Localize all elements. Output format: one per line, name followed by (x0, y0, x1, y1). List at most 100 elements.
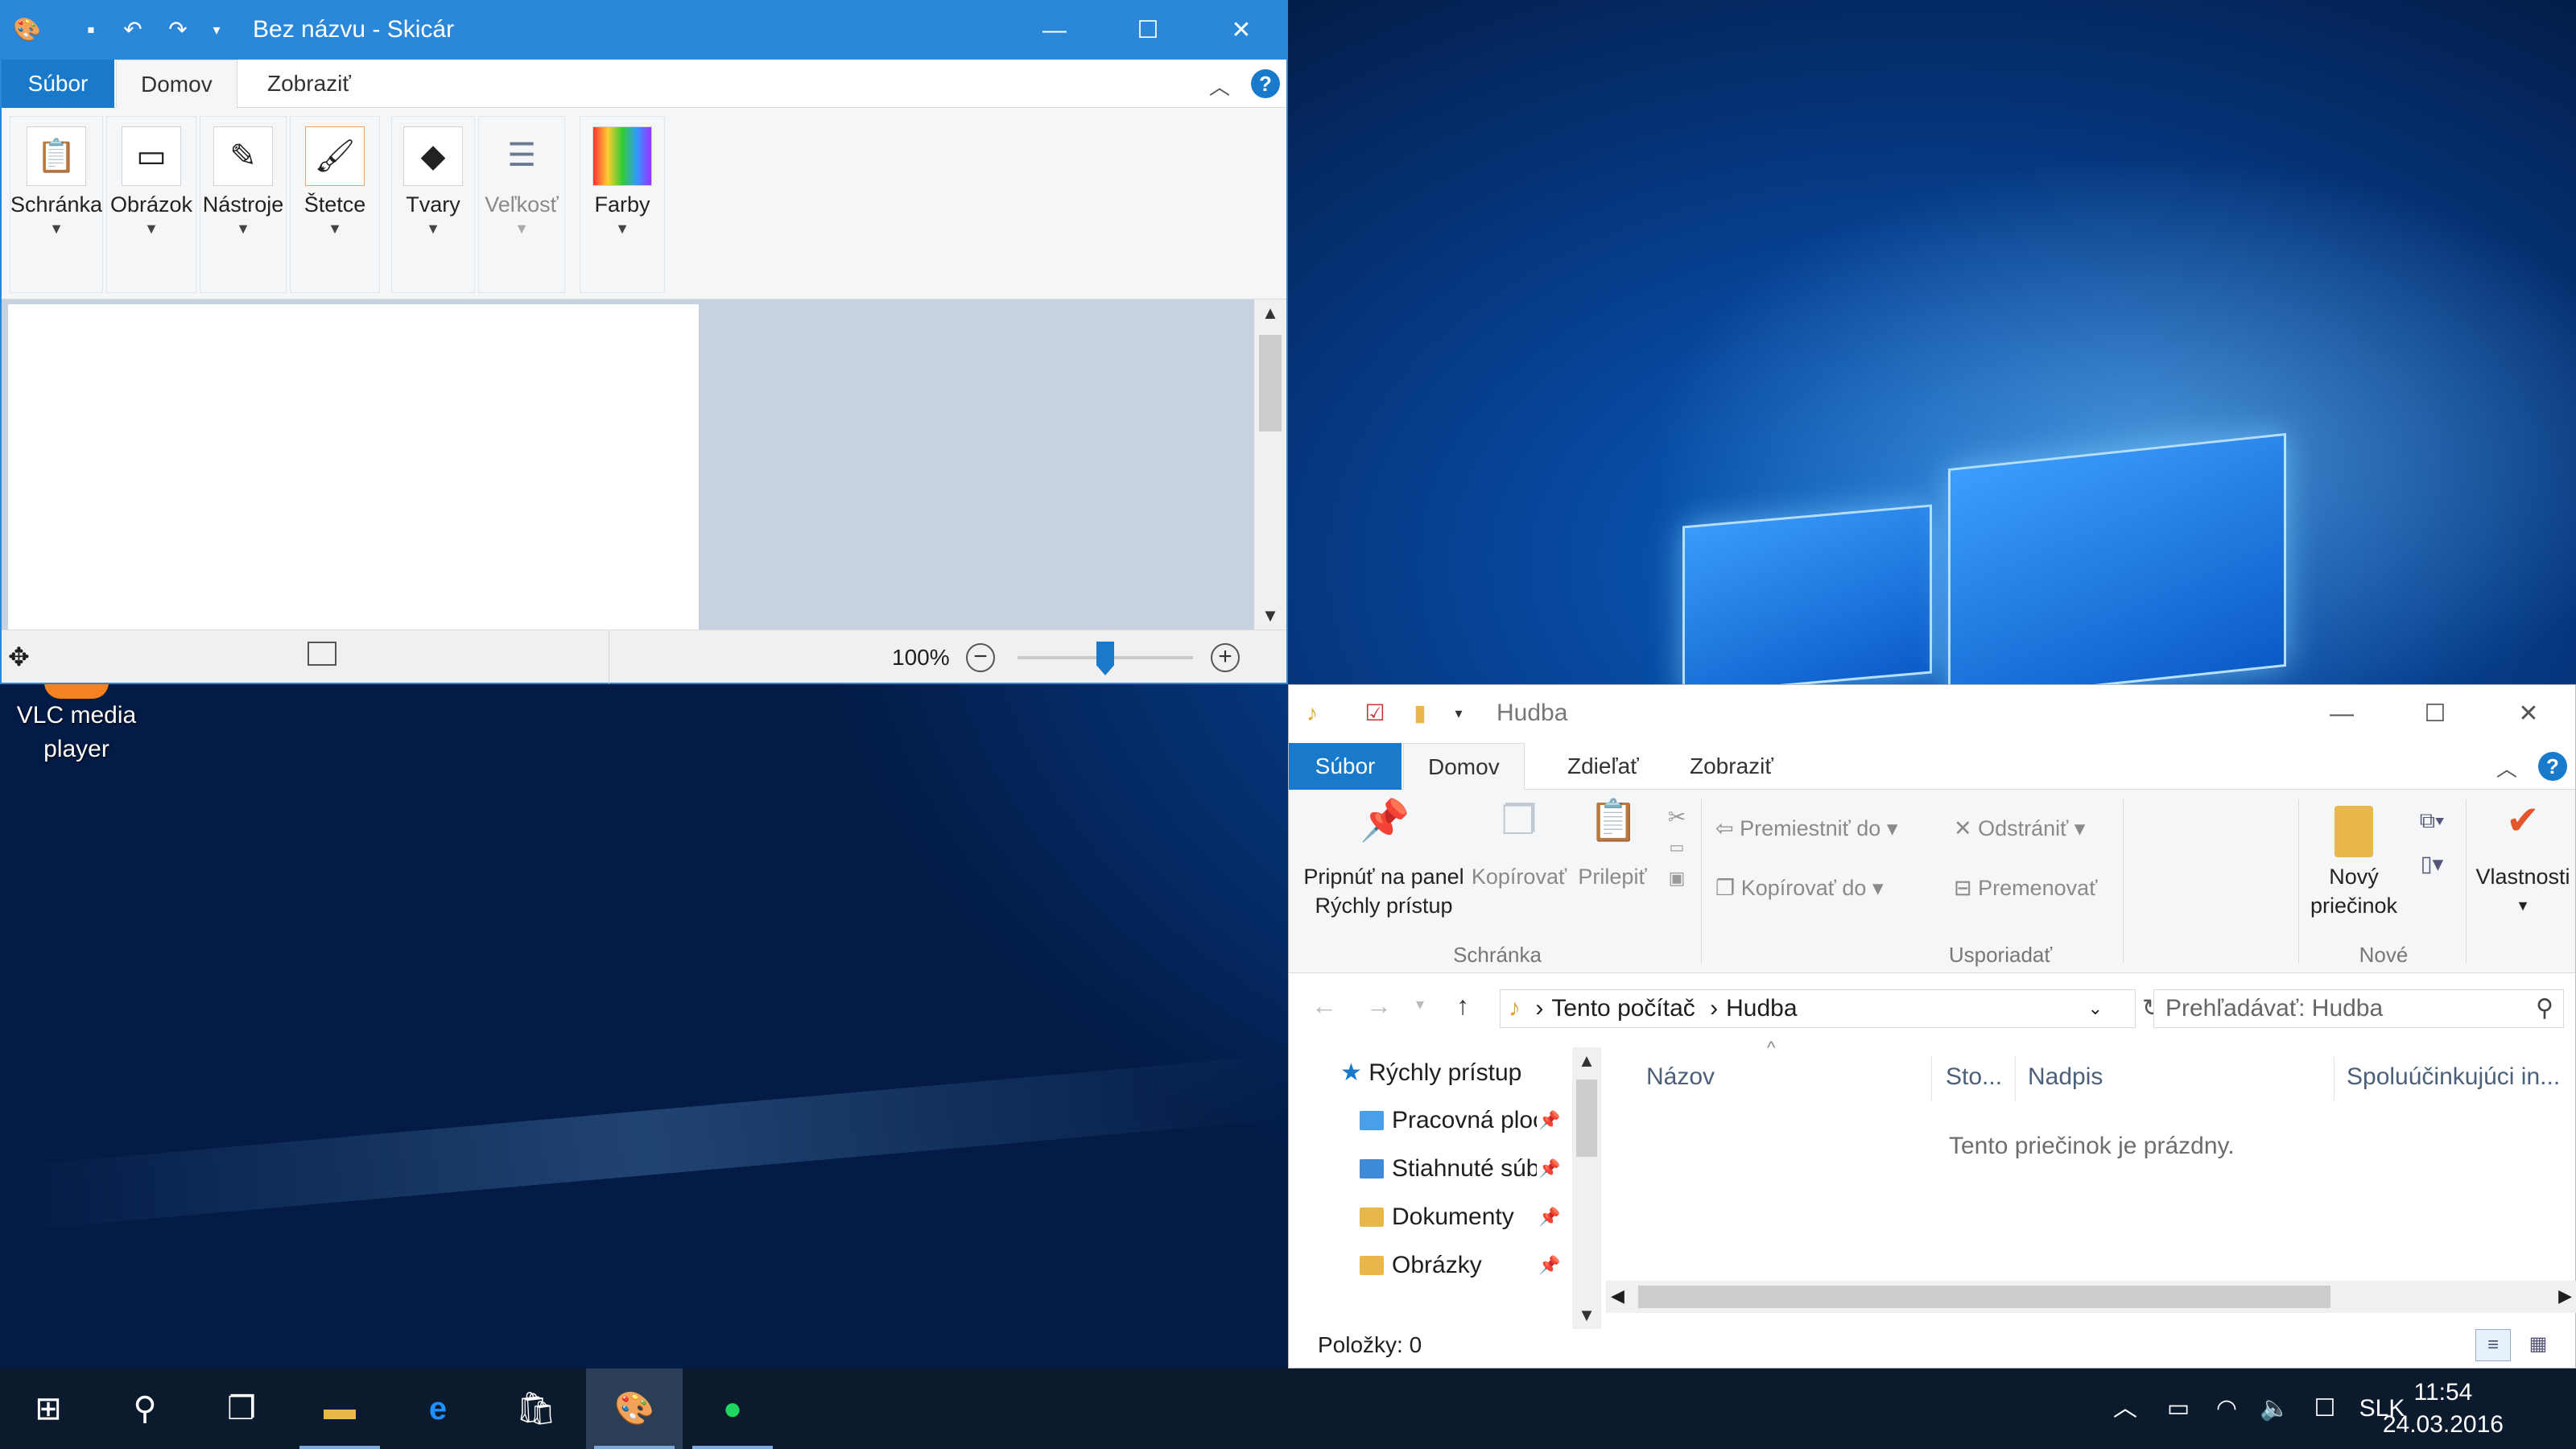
battery-icon[interactable]: ▭ (2154, 1368, 2202, 1449)
nav-pictures[interactable]: Obrázky (1360, 1252, 1482, 1279)
column-divider[interactable] (2015, 1057, 2016, 1100)
action-center-icon[interactable]: ☐ (2301, 1368, 2349, 1449)
new-folder-qat-icon[interactable]: ▮ (1408, 701, 1432, 725)
delete-button[interactable]: ✕ Odstrániť ▾ (1954, 814, 2085, 843)
nav-downloads[interactable]: Stiahnuté súb (1360, 1155, 1537, 1183)
zoom-out-button[interactable]: − (966, 643, 995, 672)
tab-view[interactable]: Zobraziť (243, 60, 375, 108)
paint-taskbar-icon[interactable]: 🎨 (586, 1368, 683, 1449)
nav-documents[interactable]: Dokumenty (1360, 1203, 1514, 1231)
column-track[interactable]: Sto... (1946, 1063, 2002, 1091)
recent-locations-icon[interactable]: ▾ (1416, 994, 1424, 1014)
paste-button[interactable]: 📋 Prilepiť (1571, 800, 1654, 891)
up-icon[interactable]: ↑ (1456, 991, 1469, 1021)
cut-icon[interactable]: ✂ (1661, 803, 1693, 832)
large-icons-view-icon[interactable]: ▦ (2520, 1329, 2556, 1361)
forward-icon[interactable]: → (1366, 991, 1392, 1021)
clock[interactable]: 11:54 24.03.2016 (2383, 1377, 2504, 1441)
customize-qat-icon[interactable]: ▾ (1447, 701, 1471, 725)
store-icon[interactable]: 🛍 (488, 1368, 584, 1449)
task-view-icon[interactable]: ❐ (193, 1368, 290, 1449)
vlc-desktop-icon[interactable]: VLC media player (8, 676, 145, 766)
maximize-button[interactable]: ☐ (2388, 685, 2482, 743)
horizontal-scrollbar[interactable]: ◀ ▶ (1606, 1281, 2576, 1313)
colors-group[interactable]: Farby ▼ (580, 116, 665, 293)
breadcrumb-pc[interactable]: Tento počítač (1551, 995, 1695, 1022)
wifi-icon[interactable]: ◠ (2202, 1368, 2251, 1449)
start-windows-icon[interactable]: ⊞ (0, 1368, 97, 1449)
address-dropdown-icon[interactable]: ⌄ (2088, 990, 2103, 1027)
clipboard-group[interactable]: 📋 Schránka ▼ (10, 116, 103, 293)
help-icon[interactable]: ? (1251, 69, 1280, 98)
shapes-group[interactable]: ◆ Tvary ▼ (391, 116, 475, 293)
size-group[interactable]: ☰ Veľkosť ▼ (478, 116, 565, 293)
copy-button[interactable]: ❐ Kopírovať (1469, 800, 1569, 891)
copy-to-button[interactable]: ❐ Kopírovať do ▾ (1715, 873, 1884, 902)
spotify-icon[interactable]: ● (684, 1368, 781, 1449)
collapse-ribbon-icon[interactable]: ︿ (2496, 753, 2517, 782)
tab-home[interactable]: Domov (116, 60, 237, 109)
scroll-down-icon[interactable]: ▼ (1254, 605, 1286, 626)
minimize-button[interactable]: — (2295, 685, 2388, 743)
image-group[interactable]: ▭ Obrázok ▼ (106, 116, 196, 293)
tab-file[interactable]: Súbor (2, 60, 114, 108)
collapse-ribbon-icon[interactable]: ︿ (1209, 71, 1230, 101)
tab-share[interactable]: Zdieľať (1543, 743, 1663, 790)
search-input[interactable]: Prehľadávať: Hudba ⚲ (2153, 989, 2564, 1028)
chevron-right-icon[interactable]: › (1535, 995, 1543, 1022)
new-item-icon[interactable]: ⧉▾ (2408, 806, 2456, 835)
easy-access-icon[interactable]: ▯▾ (2408, 849, 2456, 878)
properties-button[interactable]: ✔ Vlastnosti ▼ (2471, 800, 2575, 920)
close-button[interactable]: ✕ (1195, 2, 1288, 60)
drawing-canvas[interactable] (8, 304, 699, 630)
paint-app-icon[interactable]: 🎨 (13, 18, 41, 42)
tools-group[interactable]: ✎ Nástroje ▼ (200, 116, 287, 293)
tab-view[interactable]: Zobraziť (1666, 743, 1798, 790)
details-view-icon[interactable]: ≡ (2475, 1329, 2511, 1361)
scroll-thumb[interactable] (1259, 335, 1282, 431)
column-name[interactable]: Názov (1646, 1063, 1715, 1091)
column-contributing-artists[interactable]: Spoluúčinkujúci in... (2347, 1063, 2560, 1091)
edge-browser-icon[interactable]: e (390, 1368, 486, 1449)
column-title[interactable]: Nadpis (2028, 1063, 2103, 1091)
help-icon[interactable]: ? (2538, 752, 2567, 781)
breadcrumb-folder[interactable]: Hudba (1726, 995, 1797, 1022)
maximize-button[interactable]: ☐ (1101, 2, 1195, 60)
customize-qat-icon[interactable]: ▾ (204, 18, 229, 42)
scroll-right-icon[interactable]: ▶ (2558, 1286, 2572, 1307)
chevron-right-icon[interactable]: › (1710, 995, 1718, 1022)
tab-file[interactable]: Súbor (1289, 743, 1402, 790)
save-icon[interactable]: ▪ (79, 18, 103, 42)
volume-icon[interactable]: 🔈 (2251, 1368, 2299, 1449)
search-icon[interactable]: ⚲ (97, 1368, 193, 1449)
column-divider[interactable] (1931, 1057, 1932, 1100)
nav-quick-access[interactable]: ★ Rýchly prístup (1340, 1059, 1521, 1087)
pin-quick-access-button[interactable]: 📌 Pripnúť na panel Rýchly prístup (1300, 800, 1468, 920)
zoom-slider-thumb[interactable] (1096, 642, 1114, 675)
rename-button[interactable]: ⊟ Premenovať (1954, 873, 2097, 902)
address-field[interactable]: ♪ › Tento počítač › Hudba ⌄ ↻ (1500, 989, 2162, 1028)
scroll-left-icon[interactable]: ◀ (1611, 1286, 1624, 1307)
minimize-button[interactable]: — (1008, 2, 1101, 60)
properties-qat-icon[interactable]: ☑ (1363, 701, 1387, 725)
vertical-scrollbar[interactable]: ▲ ▼ (1254, 299, 1286, 630)
scroll-up-icon[interactable]: ▲ (1572, 1051, 1601, 1071)
move-to-button[interactable]: ⇦ Premiestniť do ▾ (1715, 814, 1897, 843)
close-button[interactable]: ✕ (2482, 685, 2575, 743)
undo-icon[interactable]: ↶ (121, 18, 145, 42)
scroll-thumb[interactable] (1576, 1080, 1597, 1157)
show-hidden-icons-icon[interactable]: ︿ (2101, 1368, 2149, 1449)
new-folder-button[interactable]: Nový priečinok (2310, 806, 2398, 920)
nav-desktop[interactable]: Pracovná ploc (1360, 1107, 1537, 1134)
search-icon[interactable]: ⚲ (2536, 990, 2553, 1027)
nav-scrollbar[interactable]: ▲ ▼ (1572, 1047, 1601, 1329)
zoom-in-button[interactable]: + (1211, 643, 1240, 672)
redo-icon[interactable]: ↷ (166, 18, 190, 42)
scroll-up-icon[interactable]: ▲ (1254, 303, 1286, 324)
scroll-thumb[interactable] (1638, 1286, 2330, 1308)
copy-path-icon[interactable]: ▭ (1661, 833, 1693, 862)
brushes-group[interactable]: 🖌 Štetce ▼ (290, 116, 380, 293)
back-icon[interactable]: ← (1311, 991, 1337, 1021)
tab-home[interactable]: Domov (1403, 743, 1525, 790)
file-explorer-taskbar-icon[interactable]: ▬ (291, 1368, 388, 1449)
